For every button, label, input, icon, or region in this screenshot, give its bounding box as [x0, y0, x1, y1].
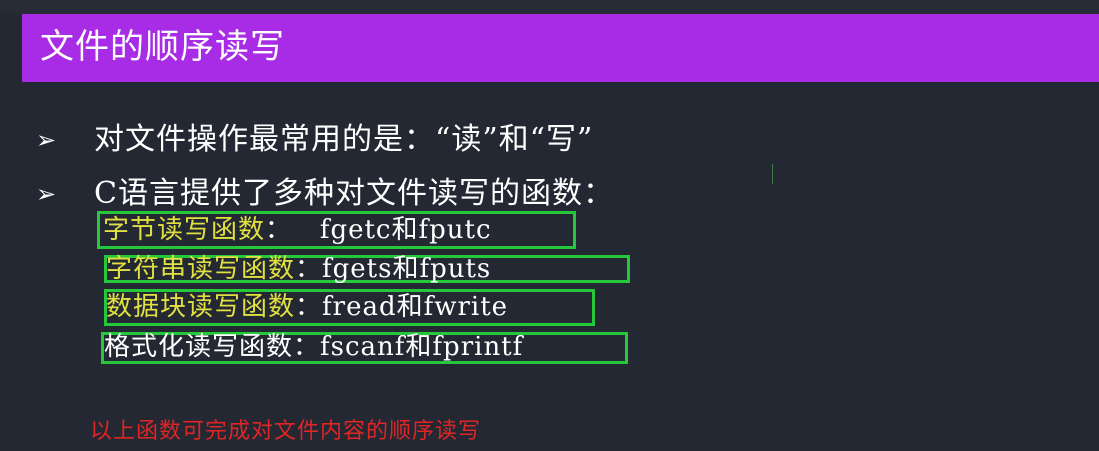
function-colon: ： [265, 215, 293, 245]
function-row-format: 格式化读写函数：fscanf和fprintf [104, 332, 523, 362]
function-category: 数据块读写函数 [106, 292, 296, 322]
bullet-text: 对文件操作最常用的是：“读”和“写” [94, 122, 594, 157]
title-bar: 文件的顺序读写 [22, 14, 1099, 82]
footer-note: 以上函数可完成对文件内容的顺序读写 [90, 419, 482, 444]
arrow-bullet-icon: ➢ [36, 180, 57, 208]
function-colon: ： [295, 292, 323, 322]
function-row-block: 数据块读写函数：fread和fwrite [106, 292, 508, 322]
function-category: 格式化读写函数 [104, 332, 294, 362]
bullet-text: C语言提供了多种对文件读写的函数： [94, 176, 614, 211]
function-row-string: 字符串读写函数：fgets和fputs [106, 254, 491, 284]
function-names: fread和fwrite [322, 292, 509, 322]
arrow-bullet-icon: ➢ [36, 126, 57, 154]
top-strip [0, 0, 1099, 14]
function-category: 字符串读写函数 [106, 254, 296, 284]
slide-title: 文件的顺序读写 [40, 27, 285, 67]
function-category: 字节读写函数 [103, 215, 266, 245]
function-row-byte: 字节读写函数： fgetc和fputc [103, 215, 492, 245]
bullet-item-1: ➢ 对文件操作最常用的是：“读”和“写” [36, 122, 796, 158]
function-colon: ： [293, 332, 321, 362]
function-colon: ： [295, 254, 323, 284]
function-names: fscanf和fprintf [320, 332, 524, 362]
function-names: fgets和fputs [322, 254, 492, 284]
bullet-item-2: ➢ C语言提供了多种对文件读写的函数： [36, 176, 796, 212]
function-names: fgetc和fputc [292, 215, 492, 245]
